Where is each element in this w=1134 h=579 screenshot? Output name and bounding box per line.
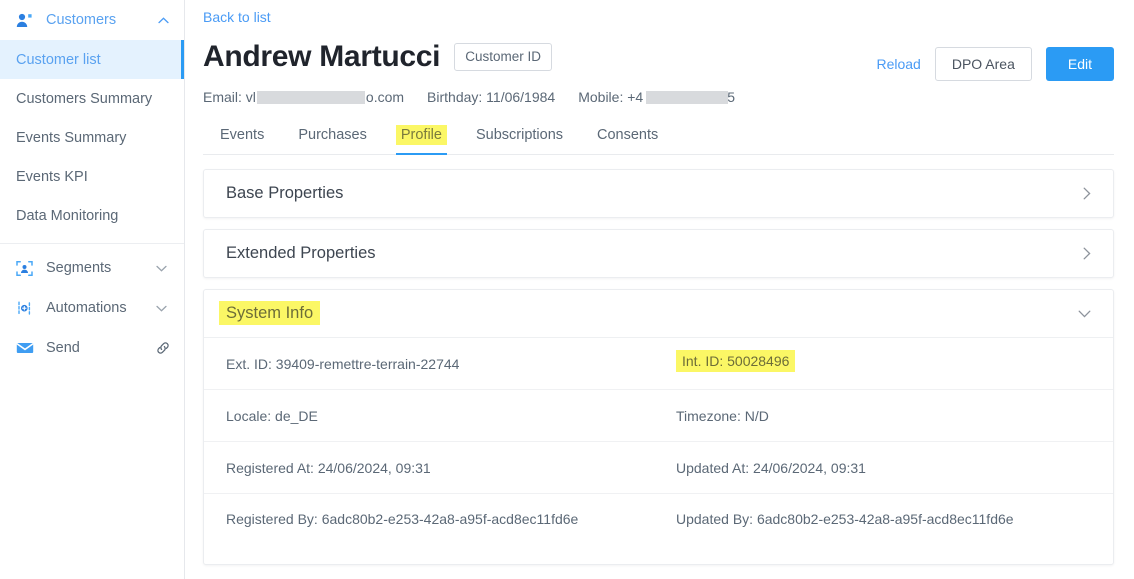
main-content: Back to list Andrew Martucci Customer ID… [185,0,1134,579]
tab-label: Subscriptions [475,127,564,143]
meta-email-prefix: Email: vl [203,89,256,105]
chevron-down-icon[interactable] [156,265,170,272]
sidebar-item-label: Segments [46,260,112,276]
tab-profile[interactable]: Profile [384,121,459,155]
sidebar-item-events-kpi[interactable]: Events KPI [0,157,184,196]
tab-label: Consents [597,127,659,143]
updated-at-value: Updated At: 24/06/2024, 09:31 [676,459,866,476]
sidebar-item-label: Automations [46,300,127,316]
sidebar-sub-list: Customer list Customers Summary Events S… [0,40,184,239]
chevron-down-icon[interactable] [1078,310,1091,318]
chevron-down-icon[interactable] [156,305,170,312]
back-to-list-link[interactable]: Back to list [203,9,271,25]
tab-subscriptions[interactable]: Subscriptions [459,121,580,154]
meta-email: Email: vl o.com [203,89,404,105]
page-title: Andrew Martucci [203,40,441,73]
panel-title: Extended Properties [226,244,376,262]
panel-title-text: System Info [219,301,321,325]
redaction-block-email [256,90,365,104]
reload-link[interactable]: Reload [876,56,920,72]
customer-meta: Email: vl o.com Birthday: 11/06/1984 Mob… [203,89,1114,105]
sidebar-item-customers-summary[interactable]: Customers Summary [0,79,184,118]
info-row-timestamps: Registered At: 24/06/2024, 09:31 Updated… [204,442,1113,494]
locale-value: Locale: de_DE [226,407,318,424]
sidebar-item-segments[interactable]: Segments [0,248,184,288]
automations-icon [16,300,36,317]
registered-at-value: Registered At: 24/06/2024, 09:31 [226,459,431,476]
int-id-cell: Int. ID: 50028496 [676,349,1091,372]
int-id-value: Int. ID: 50028496 [676,349,796,372]
app-root: Customers Customer list Customers Summar… [0,0,1134,579]
dpo-area-button[interactable]: DPO Area [934,47,1032,81]
panel-title: Base Properties [226,184,344,202]
tab-purchases[interactable]: Purchases [281,121,384,154]
sidebar: Customers Customer list Customers Summar… [0,0,185,579]
panel-title: System Info [219,301,321,325]
envelope-icon [16,341,36,355]
sidebar-group-customers[interactable]: Customers [0,0,184,40]
meta-mobile-suffix: 5 [727,89,735,105]
profile-tabs: Events Purchases Profile Subscriptions C… [203,121,1114,155]
sidebar-item-label: Events KPI [16,168,88,185]
info-row-authors: Registered By: 6adc80b2-e253-42a8-a95f-a… [204,494,1113,564]
meta-mobile-prefix: Mobile: +4 [578,89,644,105]
sidebar-divider [0,243,184,244]
chevron-right-icon[interactable] [1083,187,1091,200]
sidebar-item-label: Customers Summary [16,90,153,107]
tab-consents[interactable]: Consents [580,121,675,154]
meta-birthday: Birthday: 11/06/1984 [427,89,556,105]
sidebar-item-events-summary[interactable]: Events Summary [0,118,184,157]
updated-by-value: Updated By: 6adc80b2-e253-42a8-a95f-acd8… [676,511,1014,527]
info-row-ids: Ext. ID: 39409-remettre-terrain-22744 In… [204,338,1113,390]
sidebar-group-label: Customers [46,12,117,28]
sidebar-item-send[interactable]: Send [0,328,184,368]
meta-email-suffix: o.com [365,89,405,105]
panel-extended-properties-header[interactable]: Extended Properties [204,230,1113,277]
sidebar-item-automations[interactable]: Automations [0,288,184,328]
panel-base-properties: Base Properties [203,169,1114,218]
edit-button[interactable]: Edit [1045,47,1114,81]
tab-label: Events [220,127,265,143]
sidebar-item-label: Send [46,340,80,356]
ext-id-value: Ext. ID: 39409-remettre-terrain-22744 [226,355,460,372]
panel-system-info: System Info Ext. ID: 39409-remettre-terr… [203,289,1114,565]
tab-label: Profile [395,125,447,145]
registered-by-value: Registered By: 6adc80b2-e253-42a8-a95f-a… [226,511,579,527]
sidebar-item-label: Customer list [16,51,101,68]
panel-extended-properties: Extended Properties [203,229,1114,278]
sidebar-item-customer-list[interactable]: Customer list [0,40,184,79]
panel-system-info-body: Ext. ID: 39409-remettre-terrain-22744 In… [204,337,1113,564]
segments-icon [16,260,36,277]
accordion-panels: Base Properties Extended Properties Syst… [203,169,1114,565]
users-icon [16,13,36,28]
meta-mobile: Mobile: +4 5 [578,89,735,105]
external-link-icon[interactable] [156,341,170,355]
sidebar-item-label: Events Summary [16,129,127,146]
panel-base-properties-header[interactable]: Base Properties [204,170,1113,217]
chevron-right-icon[interactable] [1083,247,1091,260]
chevron-up-icon[interactable] [158,16,170,24]
customer-id-badge[interactable]: Customer ID [454,43,552,71]
header-actions: Reload DPO Area Edit [876,47,1114,81]
tab-events[interactable]: Events [203,121,281,154]
panel-system-info-header[interactable]: System Info [204,290,1113,337]
tab-label: Purchases [298,127,367,143]
sidebar-item-label: Data Monitoring [16,207,119,224]
redaction-block-mobile [646,90,729,104]
timezone-value: Timezone: N/D [676,407,769,424]
info-row-locale-timezone: Locale: de_DE Timezone: N/D [204,390,1113,442]
sidebar-item-data-monitoring[interactable]: Data Monitoring [0,196,184,235]
